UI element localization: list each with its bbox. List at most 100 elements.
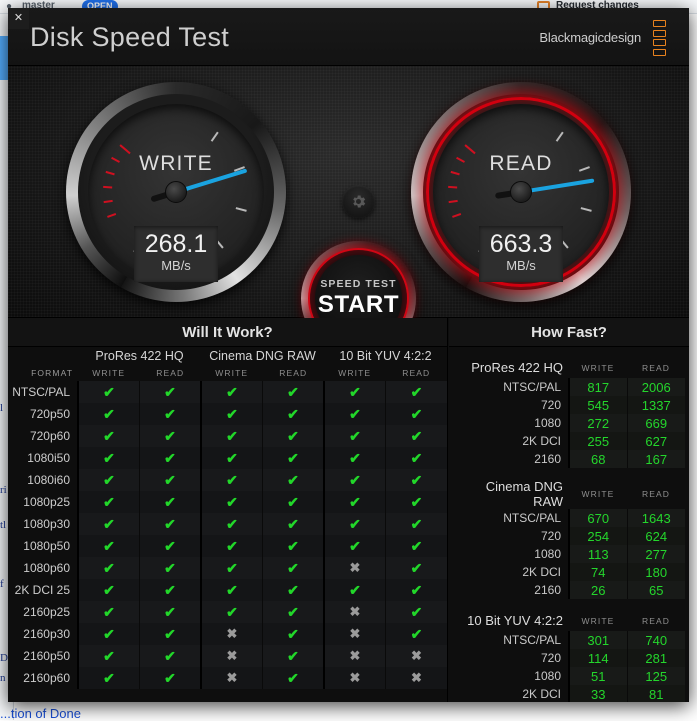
table-row: 720p50✔✔✔✔✔✔: [8, 403, 447, 425]
background-text-fragment: l: [0, 402, 3, 414]
brand-label: Blackmagicdesign: [539, 30, 641, 45]
how-fast-subheader-write: WRITE: [569, 357, 627, 378]
background-text-fragment: ri: [0, 484, 7, 496]
how-fast-block: ProRes 422 HQWRITEREADNTSC/PAL8172006720…: [457, 357, 677, 468]
how-fast-table: 10 Bit YUV 4:2:2WRITEREADNTSC/PAL3017407…: [457, 610, 685, 702]
format-label: 2160p25: [8, 601, 78, 623]
supported-check-icon: ✔: [140, 425, 202, 447]
supported-check-icon: ✔: [324, 403, 386, 425]
will-it-work-subheader-row: FORMATWRITEREADWRITEREADWRITEREAD: [8, 365, 447, 381]
write-speed-value: 51: [569, 667, 627, 685]
table-row: 1080i50✔✔✔✔✔✔: [8, 447, 447, 469]
how-fast-group-name: Cinema DNG RAW: [457, 479, 569, 509]
format-label: 1080p50: [8, 535, 78, 557]
supported-check-icon: ✔: [78, 513, 140, 535]
resolution-label: 2160: [457, 450, 569, 468]
table-row: 720254624: [457, 527, 685, 545]
write-speed-value: 26: [569, 581, 627, 599]
format-label: 1080p25: [8, 491, 78, 513]
how-fast-subheader-write: WRITE: [569, 610, 627, 631]
gauge-hub: [510, 181, 532, 203]
supported-check-icon: ✔: [263, 381, 325, 403]
how-fast-table: ProRes 422 HQWRITEREADNTSC/PAL8172006720…: [457, 357, 685, 468]
supported-check-icon: ✔: [386, 579, 448, 601]
supported-check-icon: ✔: [201, 469, 263, 491]
write-gauge: WRITE 268.1 MB/s: [66, 82, 286, 302]
table-row: NTSC/PAL✔✔✔✔✔✔: [8, 381, 447, 403]
gauge-face: WRITE 268.1 MB/s: [88, 104, 264, 280]
write-speed-value: 255: [569, 432, 627, 450]
unsupported-cross-icon: ✖: [201, 667, 263, 689]
how-fast-block: Cinema DNG RAWWRITEREADNTSC/PAL670164372…: [457, 479, 677, 599]
window-titlebar: Disk Speed Test Blackmagicdesign: [8, 8, 689, 66]
table-row: 1080p25✔✔✔✔✔✔: [8, 491, 447, 513]
close-icon[interactable]: ✕: [8, 8, 29, 29]
read-speed-value: 281: [627, 649, 685, 667]
gauge-face: READ 663.3 MB/s: [433, 104, 609, 280]
table-row: 108051125: [457, 667, 685, 685]
spacer-cell: [8, 347, 78, 365]
supported-check-icon: ✔: [78, 623, 140, 645]
read-speed-value: 740: [627, 631, 685, 649]
gear-icon[interactable]: [342, 185, 375, 218]
write-speed-value: 817: [569, 378, 627, 396]
supported-check-icon: ✔: [263, 403, 325, 425]
read-readout: 663.3 MB/s: [479, 226, 563, 282]
table-row: NTSC/PAL8172006: [457, 378, 685, 396]
background-text-fragment: n: [0, 672, 6, 684]
how-fast-subheader-write: WRITE: [569, 479, 627, 509]
resolution-label: 2160: [457, 581, 569, 599]
resolution-label: 2K DCI: [457, 432, 569, 450]
supported-check-icon: ✔: [140, 513, 202, 535]
supported-check-icon: ✔: [263, 535, 325, 557]
group-header-prores: ProRes 422 HQ: [78, 347, 201, 365]
write-speed-value: 74: [569, 563, 627, 581]
subheader-read-1: READ: [263, 365, 325, 381]
supported-check-icon: ✔: [386, 557, 448, 579]
how-fast-panel: How Fast? ProRes 422 HQWRITEREADNTSC/PAL…: [449, 318, 689, 702]
write-speed-value: 670: [569, 509, 627, 527]
subheader-read-2: READ: [386, 365, 448, 381]
supported-check-icon: ✔: [78, 403, 140, 425]
format-label: 2K DCI 25: [8, 579, 78, 601]
format-label: 1080p60: [8, 557, 78, 579]
subheader-write-2: WRITE: [324, 365, 386, 381]
unsupported-cross-icon: ✖: [324, 557, 386, 579]
supported-check-icon: ✔: [140, 667, 202, 689]
supported-check-icon: ✔: [78, 601, 140, 623]
unsupported-cross-icon: ✖: [324, 601, 386, 623]
table-row: 2K DCI3381: [457, 685, 685, 702]
resolution-label: 2K DCI: [457, 685, 569, 702]
how-fast-group-name: 10 Bit YUV 4:2:2: [457, 610, 569, 631]
resolution-label: 1080: [457, 414, 569, 432]
table-row: 216068167: [457, 450, 685, 468]
format-label: 720p60: [8, 425, 78, 447]
supported-check-icon: ✔: [78, 645, 140, 667]
gauges-panel: WRITE 268.1 MB/s SPEED TEST START: [8, 66, 689, 318]
table-row: 2160p60✔✔✖✔✖✖: [8, 667, 447, 689]
supported-check-icon: ✔: [201, 601, 263, 623]
supported-check-icon: ✔: [78, 447, 140, 469]
read-speed-value: 669: [627, 414, 685, 432]
supported-check-icon: ✔: [140, 491, 202, 513]
supported-check-icon: ✔: [324, 425, 386, 447]
how-fast-group-name: ProRes 422 HQ: [457, 357, 569, 378]
supported-check-icon: ✔: [263, 425, 325, 447]
table-row: 720p60✔✔✔✔✔✔: [8, 425, 447, 447]
start-button-label: START: [318, 291, 399, 319]
supported-check-icon: ✔: [140, 535, 202, 557]
write-readout: 268.1 MB/s: [134, 226, 218, 282]
table-row: 1080113277: [457, 545, 685, 563]
supported-check-icon: ✔: [140, 469, 202, 491]
table-row: 21602665: [457, 581, 685, 599]
start-button-sublabel: SPEED TEST: [320, 278, 396, 290]
supported-check-icon: ✔: [140, 579, 202, 601]
resolution-label: 2K DCI: [457, 563, 569, 581]
unsupported-cross-icon: ✖: [201, 623, 263, 645]
how-fast-table: Cinema DNG RAWWRITEREADNTSC/PAL670164372…: [457, 479, 685, 599]
supported-check-icon: ✔: [78, 469, 140, 491]
supported-check-icon: ✔: [78, 535, 140, 557]
will-it-work-head: ProRes 422 HQ Cinema DNG RAW 10 Bit YUV …: [8, 347, 447, 381]
subheader-write-0: WRITE: [78, 365, 140, 381]
supported-check-icon: ✔: [201, 557, 263, 579]
